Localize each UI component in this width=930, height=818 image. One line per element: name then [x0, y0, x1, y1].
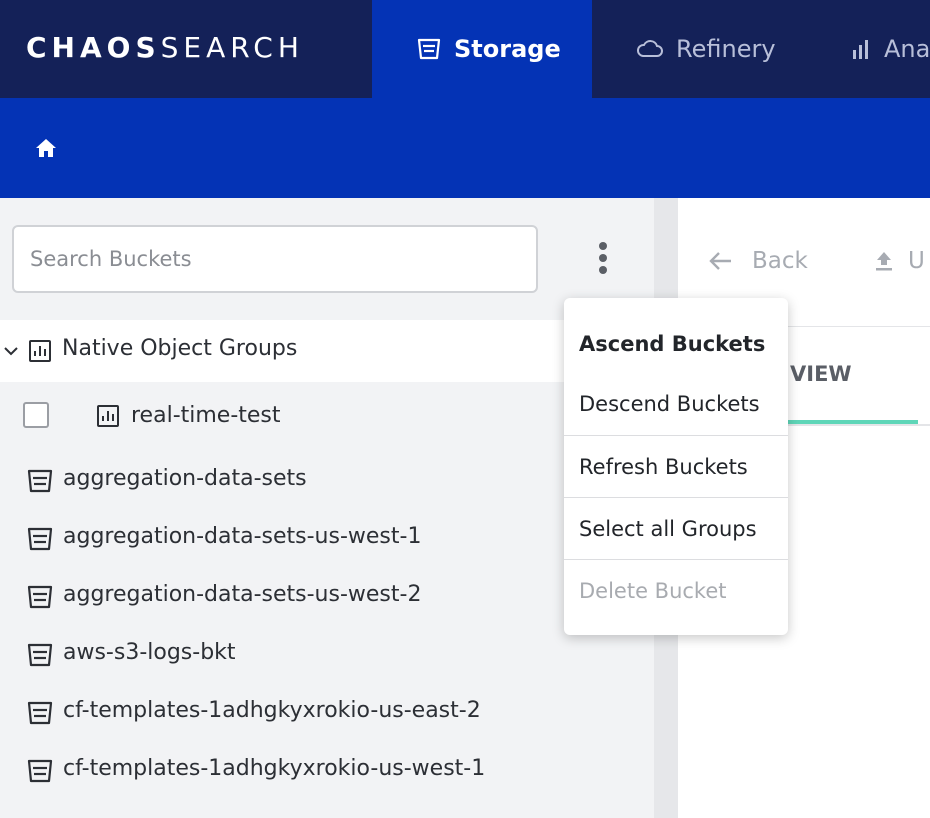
logo-text-light: SEARCH: [160, 31, 304, 64]
more-options-button[interactable]: [590, 238, 616, 278]
chart-icon: [29, 340, 51, 362]
bucket-icon: [27, 585, 53, 609]
back-button[interactable]: Back: [708, 248, 808, 274]
bucket-icon: [27, 643, 53, 667]
bucket-label: cf-templates-1adhgkyxrokio-us-west-1: [63, 756, 486, 781]
bucket-list-item[interactable]: cf-templates-1adhgkyxrokio-us-west-1: [0, 744, 654, 800]
tab-label: Storage: [454, 35, 561, 63]
menu-item-descend-buckets[interactable]: Descend Buckets: [564, 373, 788, 435]
menu-item-refresh-buckets[interactable]: Refresh Buckets: [564, 435, 788, 497]
top-nav-bar: CHAOSSEARCH Storage Refinery Ana: [0, 0, 930, 98]
dot: [599, 242, 607, 250]
chart-icon: [97, 405, 119, 427]
bucket-options-menu: Ascend Buckets Descend Buckets Refresh B…: [564, 298, 788, 635]
bucket-icon: [417, 38, 441, 60]
menu-item-ascend-buckets[interactable]: Ascend Buckets: [564, 313, 788, 375]
logo-text-bold: CHAOS: [26, 31, 161, 64]
dot: [599, 266, 607, 274]
menu-item-select-all-groups[interactable]: Select all Groups: [564, 497, 788, 559]
tab-label: Ana: [884, 35, 930, 63]
native-object-groups-header[interactable]: Native Object Groups: [0, 320, 654, 382]
group-item-real-time-test[interactable]: real-time-test: [0, 382, 654, 452]
upload-icon: [876, 252, 892, 271]
tab-refinery[interactable]: Refinery: [592, 0, 810, 98]
group-item-label: real-time-test: [131, 403, 281, 428]
bucket-list-item[interactable]: aggregation-data-sets-us-west-1: [0, 512, 654, 568]
bucket-icon: [27, 701, 53, 725]
bucket-label: cf-templates-1adhgkyxrokio-us-east-2: [63, 698, 481, 723]
arrow-left-icon: [709, 252, 731, 270]
bucket-list-item[interactable]: cf-templates-1adhgkyxrokio-us-east-2: [0, 686, 654, 742]
bucket-list-item[interactable]: aggregation-data-sets-us-west-2: [0, 570, 654, 626]
group-label: Native Object Groups: [62, 336, 298, 361]
bucket-icon: [27, 469, 53, 493]
bucket-label: aggregation-data-sets-us-west-1: [63, 524, 422, 549]
upload-button[interactable]: U: [872, 248, 925, 274]
bucket-list-item[interactable]: aggregation-data-sets: [0, 454, 654, 510]
bucket-sidebar: Native Object Groups real-time-test aggr…: [0, 198, 654, 818]
tab-label: Refinery: [676, 35, 776, 63]
group-item-checkbox[interactable]: [23, 402, 49, 428]
tab-analytics[interactable]: Ana: [810, 0, 930, 98]
bucket-list-item[interactable]: aws-s3-logs-bkt: [0, 628, 654, 684]
chevron-down-icon[interactable]: [2, 342, 20, 360]
bucket-label: aggregation-data-sets-us-west-2: [63, 582, 422, 607]
bucket-icon: [27, 759, 53, 783]
upload-label: U: [908, 248, 925, 274]
tab-view[interactable]: VIEW: [790, 362, 852, 386]
cloud-icon: [637, 40, 663, 57]
bucket-icon: [27, 527, 53, 551]
bar-chart-icon: [853, 40, 868, 59]
dot: [599, 254, 607, 262]
menu-item-delete-bucket: Delete Bucket: [564, 559, 788, 621]
back-label: Back: [752, 248, 808, 274]
chaossearch-logo[interactable]: CHAOSSEARCH: [26, 31, 304, 64]
tab-storage[interactable]: Storage: [372, 0, 592, 98]
home-icon[interactable]: [34, 136, 58, 160]
breadcrumb-bar: [0, 98, 930, 198]
search-buckets-input[interactable]: [12, 225, 538, 293]
bucket-label: aws-s3-logs-bkt: [63, 640, 236, 665]
bucket-label: aggregation-data-sets: [63, 466, 307, 491]
